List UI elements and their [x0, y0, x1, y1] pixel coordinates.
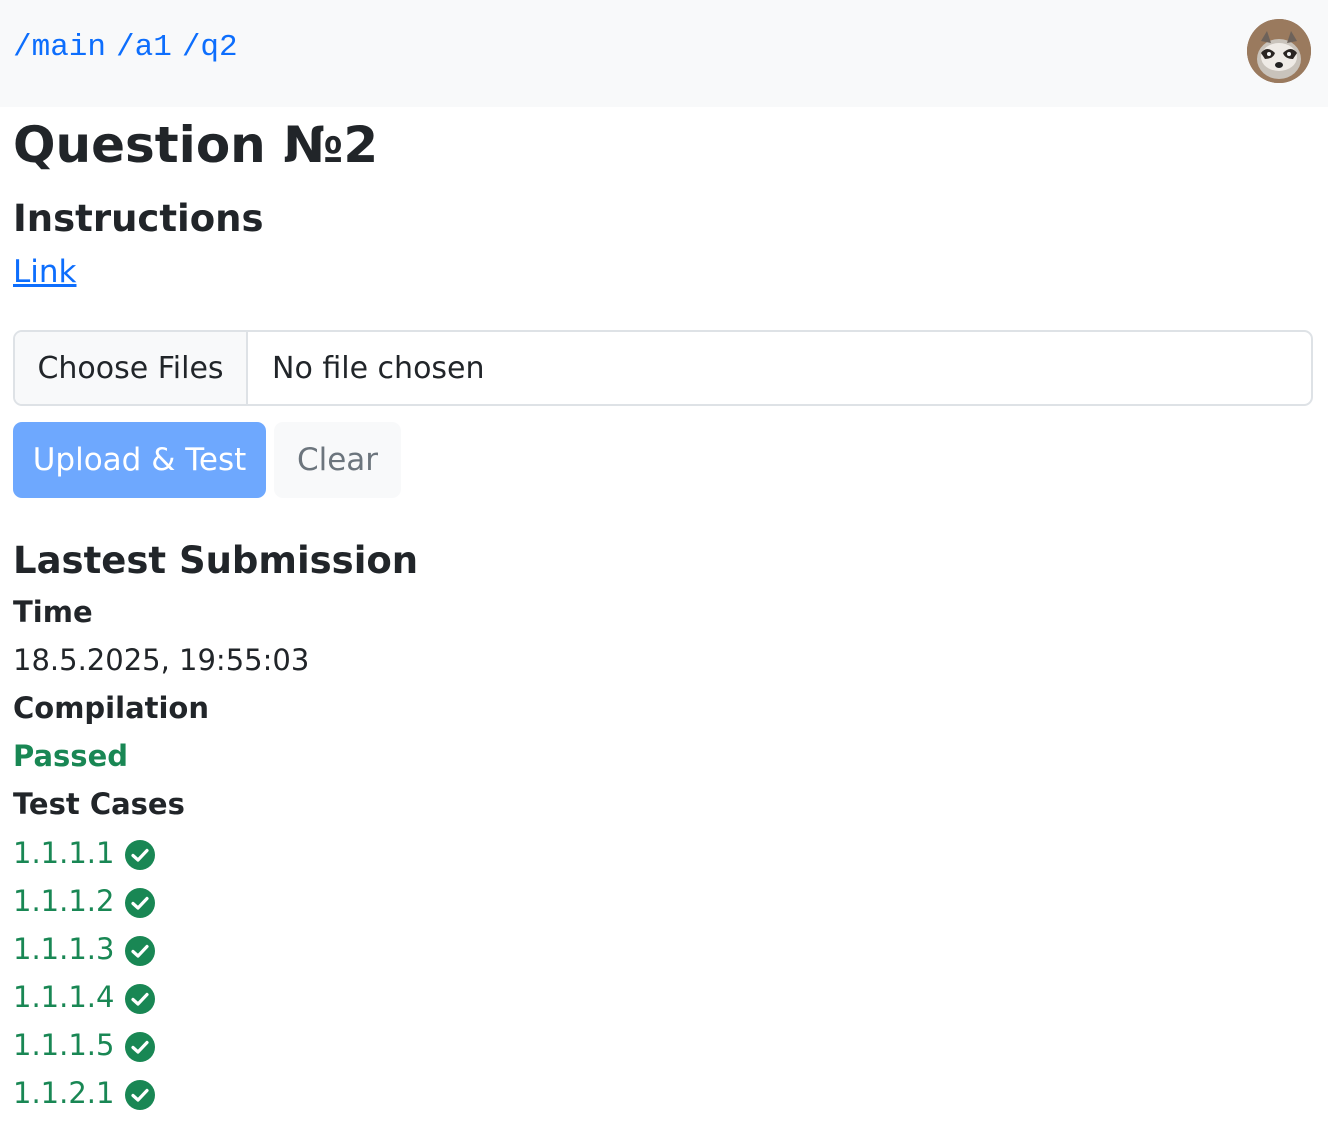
breadcrumb-a1[interactable]: /a1	[116, 30, 172, 65]
file-status-text: No file chosen	[272, 350, 485, 386]
clear-button[interactable]: Clear	[274, 422, 401, 498]
check-circle-icon	[125, 936, 156, 966]
avatar[interactable]	[1247, 19, 1311, 83]
test-case-id: 1.1.1.1	[13, 835, 115, 870]
page-title: Question №2	[13, 116, 379, 174]
test-case-id: 1.1.1.3	[13, 931, 115, 966]
test-case-item: 1.1.1.1	[13, 835, 156, 871]
test-case-item: 1.1.2.1	[13, 1075, 156, 1111]
test-case-item: 1.1.1.4	[13, 979, 156, 1015]
check-circle-icon	[125, 1080, 156, 1110]
upload-test-button[interactable]: Upload & Test	[13, 422, 266, 498]
check-circle-icon	[125, 1032, 156, 1062]
test-case-id: 1.1.1.4	[13, 979, 115, 1014]
test-case-item: 1.1.1.5	[13, 1027, 156, 1063]
time-value: 18.5.2025, 19:55:03	[13, 643, 310, 677]
top-navbar: /main /a1 /q2	[0, 0, 1328, 107]
test-case-id: 1.1.1.2	[13, 883, 115, 918]
latest-submission-heading: Lastest Submission	[13, 539, 419, 582]
breadcrumb-q2[interactable]: /q2	[182, 30, 238, 65]
compilation-label: Compilation	[13, 691, 210, 725]
test-case-id: 1.1.1.5	[13, 1027, 115, 1062]
check-circle-icon	[125, 984, 156, 1014]
check-circle-icon	[125, 840, 156, 870]
compilation-status: Passed	[13, 739, 128, 773]
test-case-id: 1.1.2.1	[13, 1075, 115, 1110]
test-cases-label: Test Cases	[13, 787, 185, 821]
time-label: Time	[13, 595, 93, 629]
file-input[interactable]: Choose Files No file chosen	[13, 330, 1313, 406]
check-circle-icon	[125, 888, 156, 918]
choose-files-button[interactable]: Choose Files	[15, 332, 248, 404]
instructions-heading: Instructions	[13, 197, 264, 240]
instructions-link[interactable]: Link	[13, 254, 76, 290]
breadcrumb-main[interactable]: /main	[13, 30, 106, 65]
test-case-item: 1.1.1.2	[13, 883, 156, 919]
breadcrumb: /main /a1 /q2	[13, 30, 238, 65]
test-case-item: 1.1.1.3	[13, 931, 156, 967]
raccoon-avatar-icon	[1247, 19, 1311, 83]
